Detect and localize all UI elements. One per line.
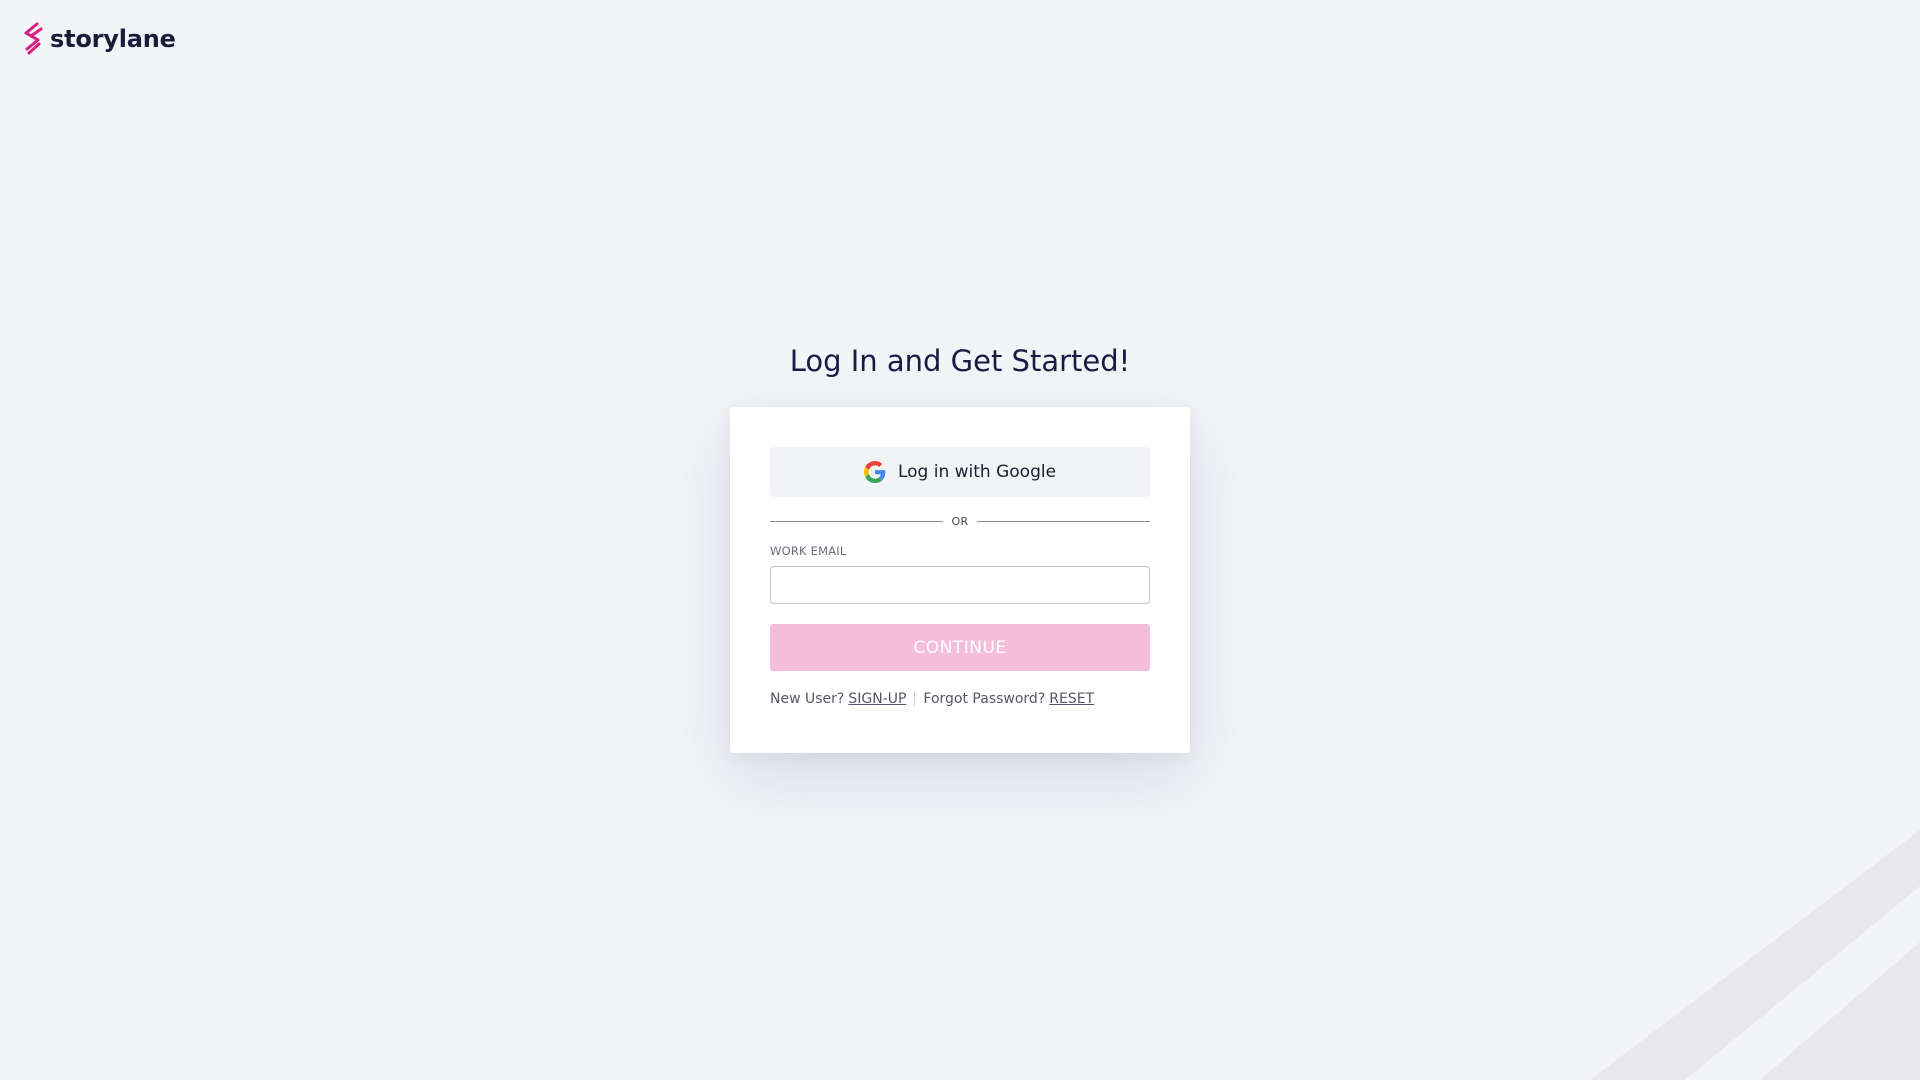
page-title: Log In and Get Started!: [789, 344, 1131, 378]
continue-button[interactable]: CONTINUE: [770, 624, 1150, 671]
new-user-text: New User?: [770, 691, 845, 707]
google-icon: [863, 461, 886, 483]
signup-link[interactable]: SIGN-UP: [848, 691, 906, 707]
divider-line-left: [770, 521, 943, 522]
or-divider: OR: [770, 515, 1150, 528]
link-separator: [914, 692, 916, 706]
account-links: New User? SIGN-UP Forgot Password? RESET: [770, 691, 1150, 707]
login-card: Log in with Google OR WORK EMAIL CONTINU…: [730, 407, 1190, 753]
google-login-label: Log in with Google: [897, 462, 1057, 482]
google-login-button[interactable]: Log in with Google: [770, 447, 1150, 497]
background-stripes: [1590, 830, 1920, 1080]
brand-logo[interactable]: storylane: [22, 22, 176, 56]
email-field-label: WORK EMAIL: [770, 544, 847, 558]
forgot-password-text: Forgot Password?: [923, 691, 1046, 707]
storylane-logo-icon: [24, 22, 43, 55]
email-field[interactable]: [770, 566, 1150, 604]
divider-label: OR: [951, 515, 969, 528]
divider-line-right: [977, 521, 1150, 522]
reset-password-link[interactable]: RESET: [1049, 691, 1094, 707]
brand-name: storylane: [50, 25, 176, 53]
